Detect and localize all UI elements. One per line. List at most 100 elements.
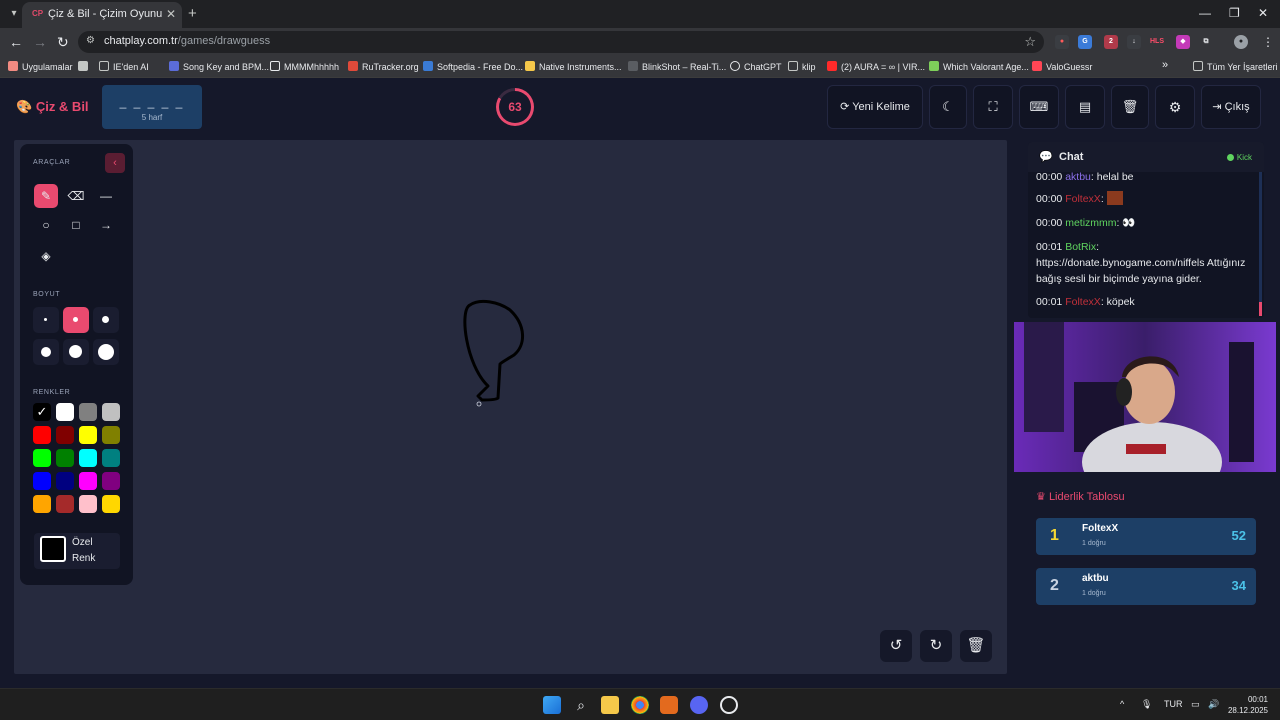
windows-start-icon[interactable]: [543, 696, 561, 714]
extension-3-icon[interactable]: 2: [1104, 35, 1118, 49]
bookmark-item[interactable]: ChatGPT: [730, 61, 782, 72]
extensions-puzzle-icon[interactable]: ⧉: [1199, 35, 1213, 49]
steam-icon[interactable]: [720, 696, 738, 714]
color-swatch[interactable]: [56, 472, 74, 490]
window-close-icon[interactable]: ✕: [1258, 6, 1268, 20]
fill-tool[interactable]: ◈: [34, 244, 58, 268]
color-swatch[interactable]: ✓: [33, 403, 51, 421]
bookmark-item[interactable]: RuTracker.org: [348, 61, 419, 72]
discord-icon[interactable]: [690, 696, 708, 714]
redo-button[interactable]: ↻: [920, 630, 952, 662]
fl-studio-icon[interactable]: [660, 696, 678, 714]
bookmark-star-icon[interactable]: ☆: [1024, 34, 1036, 50]
volume-icon[interactable]: 🔊: [1208, 699, 1219, 710]
download-extension-icon[interactable]: ↓: [1127, 35, 1141, 49]
eraser-tool[interactable]: ⌫: [64, 184, 88, 208]
chat-scroll-thumb[interactable]: [1259, 302, 1262, 316]
color-swatch[interactable]: [56, 449, 74, 467]
arrow-tool[interactable]: →: [94, 213, 118, 237]
minimize-icon[interactable]: —: [1199, 6, 1211, 20]
bookmark-item[interactable]: Which Valorant Age...: [929, 61, 1029, 72]
color-swatch[interactable]: [56, 495, 74, 513]
drawing-canvas[interactable]: ↺ ↻ 🗑: [14, 140, 1007, 674]
undo-button[interactable]: ↺: [880, 630, 912, 662]
custom-color-swatch[interactable]: [40, 536, 66, 562]
color-swatch[interactable]: [79, 403, 97, 421]
exit-button[interactable]: ⇥ Çıkış: [1201, 85, 1261, 129]
hls-extension-icon[interactable]: HLS: [1150, 35, 1164, 49]
tray-chevron-icon[interactable]: ^: [1120, 699, 1124, 709]
all-bookmarks[interactable]: Tüm Yer İşaretleri: [1193, 61, 1278, 72]
display-icon[interactable]: ▭: [1191, 699, 1200, 710]
file-explorer-icon[interactable]: [601, 696, 619, 714]
bookmark-item[interactable]: ValoGuessr: [1032, 61, 1092, 72]
delete-button[interactable]: 🗑: [1111, 85, 1149, 129]
bookmark-item[interactable]: BlinkShot – Real-Ti...: [628, 61, 726, 72]
bookmark-item[interactable]: IE'den AI: [99, 61, 149, 72]
color-swatch[interactable]: [102, 495, 120, 513]
bookmark-item[interactable]: MMMMhhhhh: [270, 61, 339, 72]
circle-tool[interactable]: ○: [34, 213, 58, 237]
color-swatch[interactable]: [56, 426, 74, 444]
color-swatch[interactable]: [102, 403, 120, 421]
clear-canvas-button[interactable]: 🗑: [960, 630, 992, 662]
color-swatch[interactable]: [33, 495, 51, 513]
new-word-button[interactable]: ⟳ Yeni Kelime: [827, 85, 923, 129]
browser-tab[interactable]: CP Çiz & Bil - Çizim Oyunu ✕: [22, 2, 182, 28]
tab-close-icon[interactable]: ✕: [166, 7, 176, 21]
translate-extension-icon[interactable]: G: [1078, 35, 1092, 49]
reload-icon[interactable]: ↻: [57, 34, 69, 50]
extension-5-icon[interactable]: ◆: [1176, 35, 1190, 49]
forward-icon[interactable]: →: [33, 34, 47, 50]
chat-scrollbar[interactable]: [1259, 172, 1262, 316]
color-swatch[interactable]: [102, 449, 120, 467]
brand[interactable]: 🎨 Çiz & Bil: [16, 99, 89, 115]
microphone-icon[interactable]: 🎙: [1141, 699, 1152, 710]
address-bar[interactable]: ⚙ chatplay.com.tr/games/drawguess ☆: [78, 31, 1044, 53]
size-option-3[interactable]: [93, 307, 119, 333]
new-tab-icon[interactable]: +: [188, 5, 197, 22]
color-swatch[interactable]: [79, 495, 97, 513]
browser-menu-icon[interactable]: ⋮: [1262, 34, 1274, 50]
color-swatch[interactable]: [56, 403, 74, 421]
keyboard-button[interactable]: ⌨: [1019, 85, 1059, 129]
color-swatch[interactable]: [102, 472, 120, 490]
archive-button[interactable]: ▤: [1065, 85, 1105, 129]
search-icon[interactable]: ⌕: [572, 696, 590, 714]
extension-1-icon[interactable]: ●: [1055, 35, 1069, 49]
maximize-icon[interactable]: ❐: [1229, 6, 1240, 20]
rectangle-tool[interactable]: □: [64, 213, 88, 237]
color-swatch[interactable]: [33, 426, 51, 444]
size-option-2[interactable]: [63, 307, 89, 333]
custom-color-picker[interactable]: Özel Renk: [34, 533, 120, 569]
color-swatch[interactable]: [79, 426, 97, 444]
more-bookmarks-icon[interactable]: »: [1162, 59, 1168, 71]
size-option-6[interactable]: [93, 339, 119, 365]
color-swatch[interactable]: [79, 472, 97, 490]
fullscreen-button[interactable]: ⛶: [973, 85, 1013, 129]
chrome-icon[interactable]: [631, 696, 649, 714]
profile-avatar-icon[interactable]: ●: [1234, 35, 1248, 49]
size-option-5[interactable]: [63, 339, 89, 365]
color-swatch[interactable]: [33, 449, 51, 467]
line-tool[interactable]: —: [94, 184, 118, 208]
color-swatch[interactable]: [102, 426, 120, 444]
site-info-icon[interactable]: ⚙: [86, 35, 95, 46]
bookmark-item[interactable]: klip: [788, 61, 816, 72]
theme-toggle-button[interactable]: ☾: [929, 85, 967, 129]
bookmark-item[interactable]: (2) AURA = ∞ | VIR...: [827, 61, 925, 72]
back-icon[interactable]: ←: [9, 34, 23, 50]
color-swatch[interactable]: [33, 472, 51, 490]
bookmark-item[interactable]: [78, 61, 92, 72]
bookmark-item[interactable]: Native Instruments...: [525, 61, 622, 72]
collapse-panel-button[interactable]: ‹: [105, 153, 125, 173]
settings-button[interactable]: ⚙: [1155, 85, 1195, 129]
brush-tool[interactable]: ✎: [34, 184, 58, 208]
size-option-4[interactable]: [33, 339, 59, 365]
size-option-1[interactable]: [33, 307, 59, 333]
tab-search-icon[interactable]: ▾: [6, 6, 22, 22]
bookmark-item[interactable]: Softpedia - Free Do...: [423, 61, 523, 72]
bookmark-item[interactable]: Song Key and BPM...: [169, 61, 269, 72]
color-swatch[interactable]: [79, 449, 97, 467]
system-clock[interactable]: 00:01 28.12.2025: [1228, 694, 1268, 716]
